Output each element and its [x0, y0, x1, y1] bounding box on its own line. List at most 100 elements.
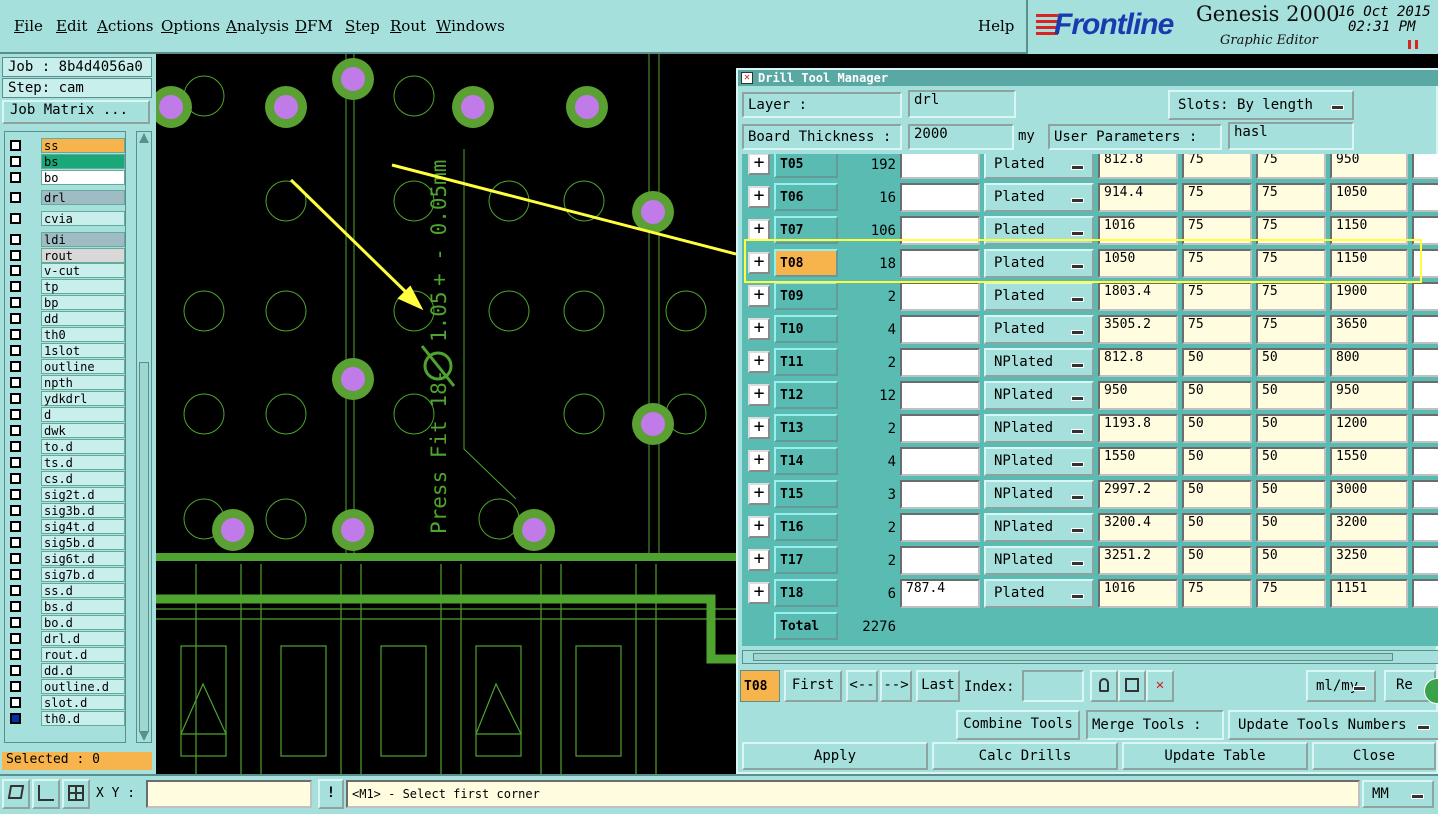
expand-icon[interactable]: + [748, 285, 770, 307]
layer-row-rout[interactable]: rout [7, 248, 125, 263]
tool-size-field[interactable]: 1803.4 [1098, 282, 1178, 311]
layer-name[interactable]: ts.d [41, 455, 125, 470]
tool-size-field[interactable]: 1016 [1098, 579, 1178, 608]
tool-tp-field[interactable]: 75 [1182, 282, 1252, 311]
zoom-tool-icon[interactable] [2, 779, 30, 809]
scroll-up-icon[interactable] [139, 133, 149, 143]
tool-type-field[interactable]: NPlated [984, 513, 1094, 542]
layer-name[interactable]: slot.d [41, 695, 125, 710]
layer-name[interactable]: 1slot [41, 343, 125, 358]
expand-icon[interactable]: + [748, 516, 770, 538]
layer-name[interactable]: d [41, 407, 125, 422]
layer-name[interactable]: rout [41, 248, 125, 263]
tool-tm-field[interactable]: 50 [1256, 348, 1326, 377]
layer-row-drl.d[interactable]: drl.d [7, 631, 125, 646]
tool-tm-field[interactable]: 50 [1256, 546, 1326, 575]
layer-name[interactable]: bs [41, 154, 125, 169]
layer-checkbox[interactable] [10, 425, 21, 436]
edit-table-icon[interactable] [1118, 670, 1146, 702]
tool-size-field[interactable]: 812.8 [1098, 154, 1178, 179]
tool-finish-field[interactable] [900, 447, 980, 476]
tool-name-button[interactable]: T11 [774, 348, 838, 376]
tool-finish-field[interactable] [900, 480, 980, 509]
layer-name[interactable]: ss.d [41, 583, 125, 598]
tool-x-field[interactable] [1412, 579, 1438, 608]
tool-size-field[interactable]: 914.4 [1098, 183, 1178, 212]
layer-name[interactable]: sig2t.d [41, 487, 125, 502]
layer-checkbox[interactable] [10, 681, 21, 692]
tool-x-field[interactable] [1412, 154, 1438, 179]
scroll-thumb-horizontal[interactable] [753, 653, 1393, 661]
menu-rout[interactable]: Rout [390, 17, 426, 35]
tool-tp-field[interactable]: 75 [1182, 154, 1252, 179]
layer-row-ss[interactable]: ss [7, 138, 125, 153]
layer-row-th0.d[interactable]: th0.d [7, 711, 125, 726]
layer-checkbox[interactable] [10, 713, 21, 724]
expand-icon[interactable]: + [748, 219, 770, 241]
tool-name-button[interactable]: T06 [774, 183, 838, 211]
window-menu-icon[interactable]: ✕ [741, 72, 753, 84]
tool-tp-field[interactable]: 50 [1182, 447, 1252, 476]
layer-row-ss.d[interactable]: ss.d [7, 583, 125, 598]
tool-tm-field[interactable]: 75 [1256, 282, 1326, 311]
layer-row-ldi[interactable]: ldi [7, 232, 125, 247]
layer-checkbox[interactable] [10, 361, 21, 372]
layer-row-sig2t.d[interactable]: sig2t.d [7, 487, 125, 502]
layer-input[interactable]: drl [908, 90, 1016, 118]
layer-name[interactable]: bp [41, 295, 125, 310]
layer-checkbox[interactable] [10, 649, 21, 660]
next-button[interactable]: --> [880, 670, 912, 702]
tool-name-button[interactable]: T17 [774, 546, 838, 574]
prev-button[interactable]: <-- [846, 670, 878, 702]
layer-row-d[interactable]: d [7, 407, 125, 422]
layer-row-bs[interactable]: bs [7, 154, 125, 169]
layer-checkbox[interactable] [10, 250, 21, 261]
layer-row-ydkdrl[interactable]: ydkdrl [7, 391, 125, 406]
tool-tp-field[interactable]: 50 [1182, 513, 1252, 542]
tool-type-field[interactable]: Plated [984, 183, 1094, 212]
layer-name[interactable]: dd [41, 311, 125, 326]
layer-row-sig7b.d[interactable]: sig7b.d [7, 567, 125, 582]
layer-row-bp[interactable]: bp [7, 295, 125, 310]
expand-icon[interactable]: + [748, 549, 770, 571]
grid-tool-icon[interactable] [62, 779, 90, 809]
tool-drill-field[interactable]: 3000 [1330, 480, 1408, 509]
tool-size-field[interactable]: 950 [1098, 381, 1178, 410]
tool-x-field[interactable] [1412, 480, 1438, 509]
tool-type-field[interactable]: Plated [984, 579, 1094, 608]
tool-drill-field[interactable]: 1200 [1330, 414, 1408, 443]
layer-name[interactable]: bo.d [41, 615, 125, 630]
layer-checkbox[interactable] [10, 601, 21, 612]
expand-icon[interactable]: + [748, 186, 770, 208]
tool-name-button[interactable]: T14 [774, 447, 838, 475]
tool-x-field[interactable] [1412, 348, 1438, 377]
job-matrix-button[interactable]: Job Matrix ... [2, 100, 150, 124]
tool-tm-field[interactable]: 75 [1256, 315, 1326, 344]
tool-finish-field[interactable] [900, 381, 980, 410]
slots-dropdown[interactable]: Slots: By length [1168, 90, 1354, 120]
user-parameters-input[interactable]: hasl [1228, 122, 1354, 150]
tool-type-field[interactable]: NPlated [984, 348, 1094, 377]
tool-tp-field[interactable]: 50 [1182, 381, 1252, 410]
tool-tp-field[interactable]: 75 [1182, 315, 1252, 344]
tool-size-field[interactable]: 812.8 [1098, 348, 1178, 377]
layer-name[interactable]: sig5b.d [41, 535, 125, 550]
layer-row-sig6t.d[interactable]: sig6t.d [7, 551, 125, 566]
layer-scrollbar[interactable] [136, 131, 152, 743]
tool-finish-field[interactable] [900, 348, 980, 377]
tool-finish-field[interactable] [900, 183, 980, 212]
tool-size-field[interactable]: 3505.2 [1098, 315, 1178, 344]
tool-finish-field[interactable] [900, 315, 980, 344]
layer-name[interactable]: cvia [41, 211, 125, 226]
calc-drills-button[interactable]: Calc Drills [932, 742, 1118, 770]
layer-checkbox[interactable] [10, 329, 21, 340]
menu-help[interactable]: Help [978, 17, 1014, 35]
tool-type-field[interactable]: Plated [984, 315, 1094, 344]
layer-checkbox[interactable] [10, 192, 21, 203]
layer-name[interactable]: th0.d [41, 711, 125, 726]
expand-icon[interactable]: + [748, 351, 770, 373]
tool-finish-field[interactable] [900, 154, 980, 179]
layer-row-cs.d[interactable]: cs.d [7, 471, 125, 486]
layer-checkbox[interactable] [10, 697, 21, 708]
layer-name[interactable]: sig7b.d [41, 567, 125, 582]
